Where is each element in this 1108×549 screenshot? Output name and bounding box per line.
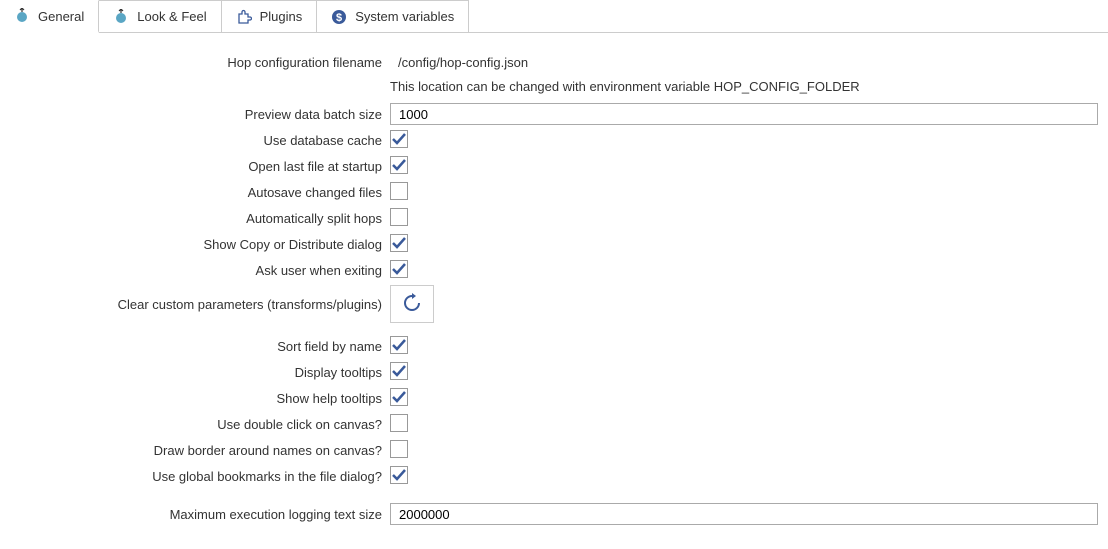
global-bookmarks-checkbox[interactable] bbox=[390, 466, 408, 484]
svg-text:$: $ bbox=[336, 12, 342, 24]
show-help-checkbox[interactable] bbox=[390, 388, 408, 406]
tab-look-feel[interactable]: Look & Feel bbox=[99, 0, 221, 32]
auto-split-label: Automatically split hops bbox=[10, 211, 390, 226]
show-copy-checkbox[interactable] bbox=[390, 234, 408, 252]
clear-params-button[interactable] bbox=[390, 285, 434, 323]
tab-label: General bbox=[38, 9, 84, 24]
display-tooltips-label: Display tooltips bbox=[10, 365, 390, 380]
display-tooltips-checkbox[interactable] bbox=[390, 362, 408, 380]
config-filename-label: Hop configuration filename bbox=[10, 55, 390, 70]
tab-label: System variables bbox=[355, 9, 454, 24]
hop-icon bbox=[113, 9, 129, 25]
general-panel: Hop configuration filename /config/hop-c… bbox=[0, 33, 1108, 549]
puzzle-icon bbox=[236, 9, 252, 25]
sort-field-checkbox[interactable] bbox=[390, 336, 408, 354]
preview-batch-label: Preview data batch size bbox=[10, 107, 390, 122]
max-logging-label: Maximum execution logging text size bbox=[10, 507, 390, 522]
autosave-label: Autosave changed files bbox=[10, 185, 390, 200]
autosave-checkbox[interactable] bbox=[390, 182, 408, 200]
use-db-cache-label: Use database cache bbox=[10, 133, 390, 148]
refresh-icon bbox=[402, 293, 422, 316]
auto-split-checkbox[interactable] bbox=[390, 208, 408, 226]
tab-plugins[interactable]: Plugins bbox=[222, 0, 318, 32]
double-click-label: Use double click on canvas? bbox=[10, 417, 390, 432]
clear-params-label: Clear custom parameters (transforms/plug… bbox=[10, 297, 390, 312]
sort-field-label: Sort field by name bbox=[10, 339, 390, 354]
tab-system-variables[interactable]: $ System variables bbox=[317, 0, 469, 32]
config-filename-value: /config/hop-config.json bbox=[390, 55, 528, 70]
max-logging-input[interactable] bbox=[390, 503, 1098, 525]
draw-border-checkbox[interactable] bbox=[390, 440, 408, 458]
use-db-cache-checkbox[interactable] bbox=[390, 130, 408, 148]
double-click-checkbox[interactable] bbox=[390, 414, 408, 432]
ask-exit-label: Ask user when exiting bbox=[10, 263, 390, 278]
dollar-icon: $ bbox=[331, 9, 347, 25]
open-last-label: Open last file at startup bbox=[10, 159, 390, 174]
config-hint: This location can be changed with enviro… bbox=[390, 79, 860, 94]
global-bookmarks-label: Use global bookmarks in the file dialog? bbox=[10, 469, 390, 484]
hop-icon bbox=[14, 8, 30, 24]
tab-label: Look & Feel bbox=[137, 9, 206, 24]
open-last-checkbox[interactable] bbox=[390, 156, 408, 174]
tab-general[interactable]: General bbox=[0, 0, 99, 33]
show-help-label: Show help tooltips bbox=[10, 391, 390, 406]
show-copy-label: Show Copy or Distribute dialog bbox=[10, 237, 390, 252]
tabs-bar: General Look & Feel Plugins $ System var… bbox=[0, 0, 1108, 33]
tab-label: Plugins bbox=[260, 9, 303, 24]
preview-batch-input[interactable] bbox=[390, 103, 1098, 125]
ask-exit-checkbox[interactable] bbox=[390, 260, 408, 278]
draw-border-label: Draw border around names on canvas? bbox=[10, 443, 390, 458]
